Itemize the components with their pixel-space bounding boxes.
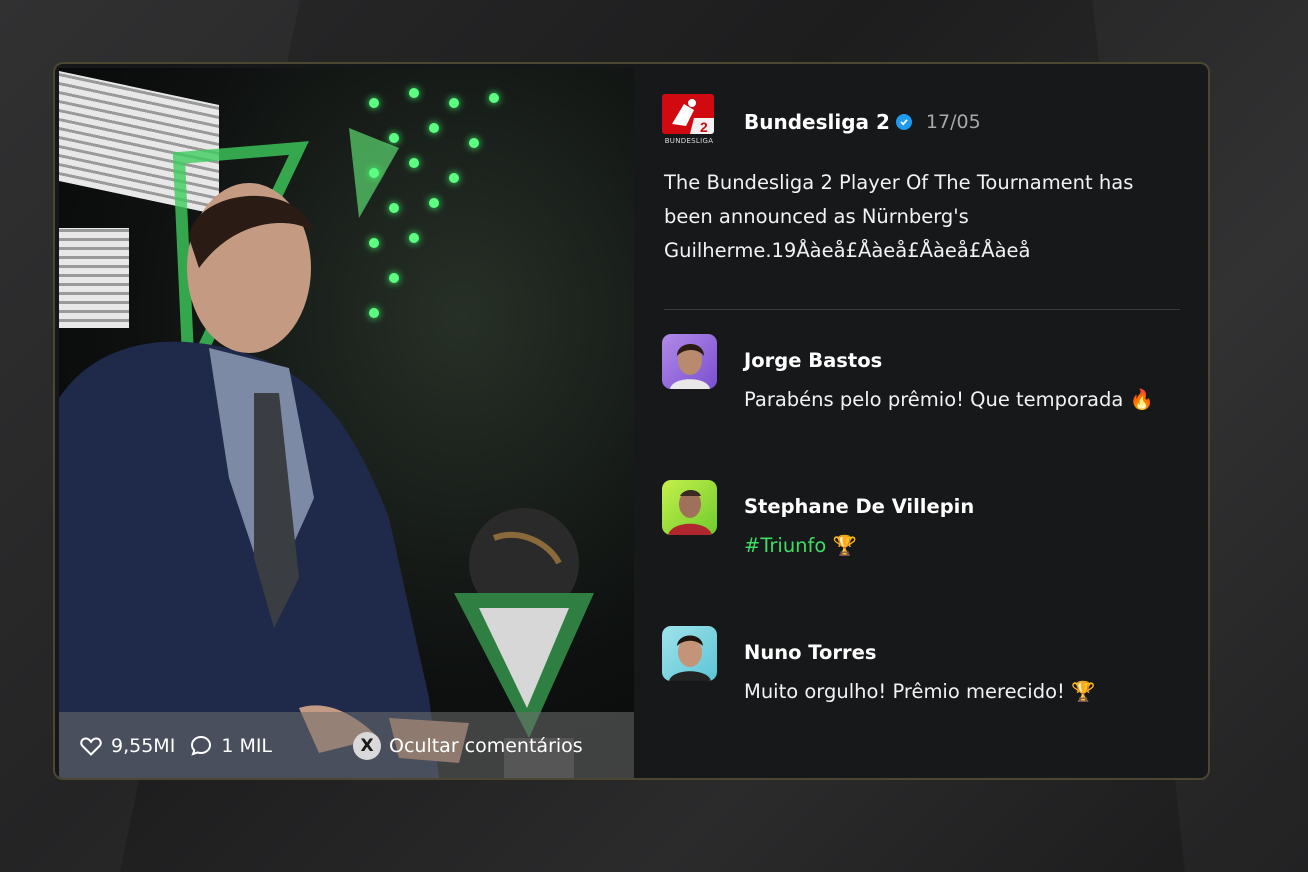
verified-badge-icon: [895, 114, 912, 130]
post-text: The Bundesliga 2 Player Of The Tournamen…: [664, 171, 1134, 262]
post-date: 17/05: [925, 111, 981, 133]
post-header: 2 BUNDESLIGA Bundesliga 2 17/05: [662, 94, 981, 150]
comment-item: Nuno Torres Muito orgulho! Prêmio mereci…: [662, 626, 1095, 703]
heart-icon[interactable]: [79, 734, 103, 758]
comment-item: Jorge Bastos Parabéns pelo prêmio! Que t…: [662, 334, 1154, 411]
hide-comments-button[interactable]: X Ocultar comentários: [353, 732, 583, 760]
bundesliga-2-logo: 2 BUNDESLIGA: [662, 94, 716, 150]
post-image: 9,55MI 1 MIL X Ocultar comentários: [59, 68, 634, 778]
x-button-icon: X: [353, 732, 381, 760]
avatar[interactable]: [662, 626, 717, 681]
comment-text: Muito orgulho! Prêmio merecido! 🏆: [744, 680, 1096, 703]
comment-author[interactable]: Stephane De Villepin: [744, 495, 974, 518]
hashtag-link[interactable]: #Triunfo: [744, 534, 826, 557]
comment-text: 🏆: [832, 534, 857, 557]
comment-author[interactable]: Jorge Bastos: [744, 349, 1154, 372]
divider: [664, 309, 1180, 310]
avatar[interactable]: [662, 334, 717, 389]
hide-comments-label: Ocultar comentários: [389, 735, 583, 757]
avatar[interactable]: [662, 480, 717, 535]
post-card: 9,55MI 1 MIL X Ocultar comentários 2 BUN…: [53, 62, 1210, 780]
likes-count: 9,55MI: [111, 735, 176, 757]
svg-text:2: 2: [700, 119, 708, 134]
post-author[interactable]: Bundesliga 2: [744, 110, 890, 134]
comment-item: Stephane De Villepin #Triunfo 🏆: [662, 480, 974, 557]
comment-text: Parabéns pelo prêmio! Que temporada 🔥: [744, 388, 1154, 411]
comment-bubble-icon[interactable]: [189, 734, 213, 758]
presenter-figure: [59, 183, 469, 778]
logo-caption: BUNDESLIGA: [664, 137, 714, 145]
comments-count: 1 MIL: [221, 735, 273, 757]
post-stats-bar: 9,55MI 1 MIL X Ocultar comentários: [59, 712, 634, 778]
comment-author[interactable]: Nuno Torres: [744, 641, 1095, 664]
post-details-panel: 2 BUNDESLIGA Bundesliga 2 17/05 The Bund…: [634, 64, 1208, 778]
